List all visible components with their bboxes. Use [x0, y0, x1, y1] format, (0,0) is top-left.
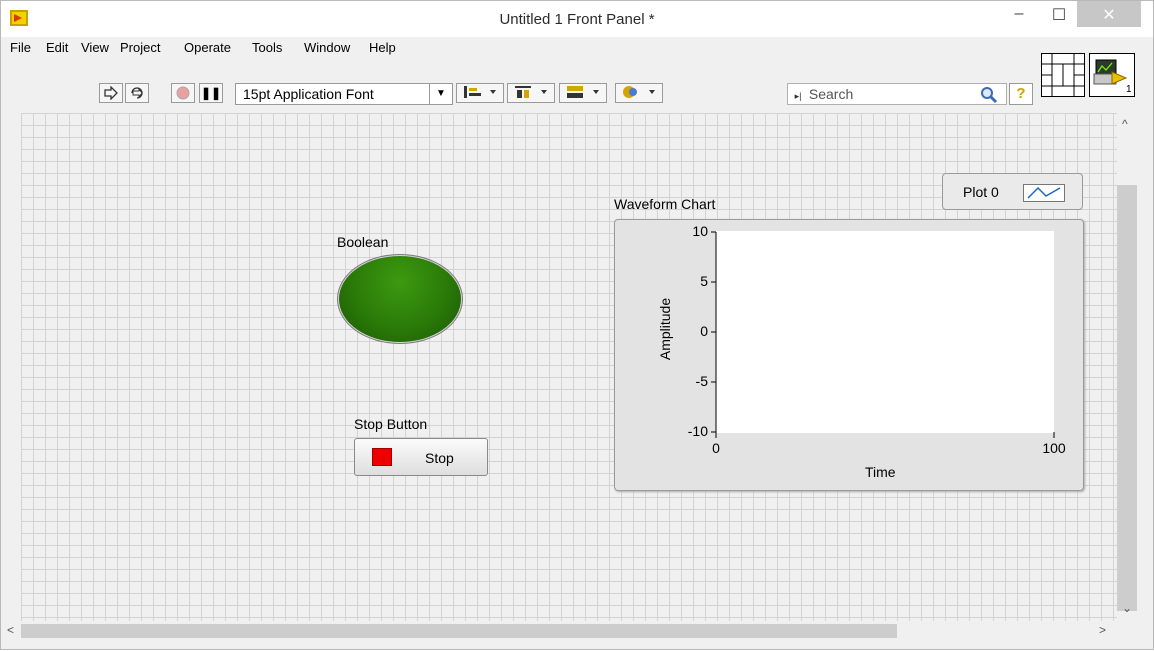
scroll-up-icon[interactable]: ^ — [1122, 117, 1128, 131]
vertical-scroll-thumb[interactable] — [1117, 185, 1137, 611]
horizontal-scroll-thumb[interactable] — [21, 624, 897, 638]
y-tick-label: 5 — [700, 273, 708, 289]
chart-axes — [711, 231, 1055, 438]
horizontal-scrollbar[interactable]: < > — [1, 621, 1141, 641]
front-panel-window: Untitled 1 Front Panel * – ☐ ✕ File Edit… — [0, 0, 1154, 650]
vertical-scrollbar[interactable]: ^ ⌄ — [1117, 113, 1137, 621]
x-tick-label: 100 — [1042, 440, 1066, 456]
y-tick-label: 0 — [700, 323, 708, 339]
x-axis-label: Time — [865, 464, 896, 480]
y-tick-label: -5 — [695, 373, 708, 389]
x-tick-label: 0 — [712, 440, 720, 456]
y-axis-label: Amplitude — [657, 297, 673, 361]
scroll-down-icon[interactable]: ⌄ — [1122, 601, 1132, 615]
y-tick-label: 10 — [692, 223, 708, 239]
y-tick-label: -10 — [687, 423, 708, 439]
scroll-left-icon[interactable]: < — [7, 623, 14, 637]
scroll-right-icon[interactable]: > — [1099, 623, 1106, 637]
